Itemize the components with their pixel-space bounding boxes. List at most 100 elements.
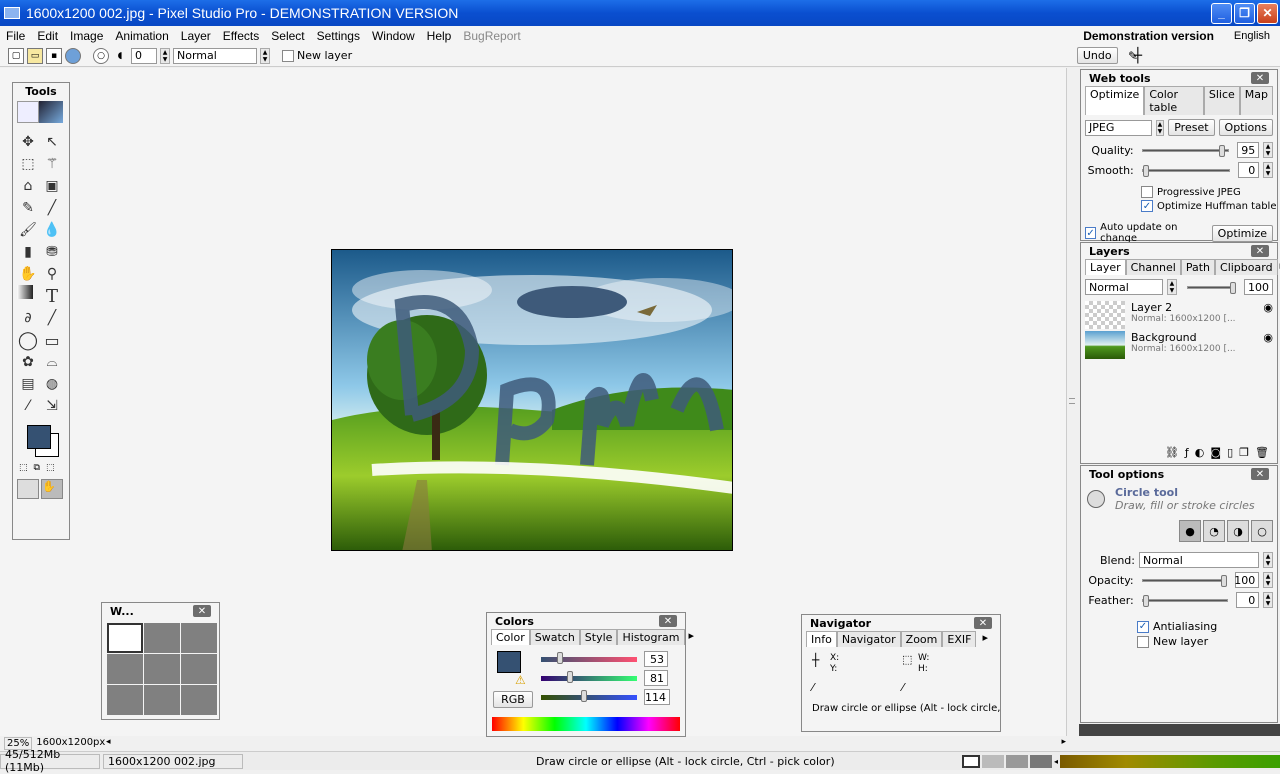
layer-row[interactable]: Background Normal: 1600x1200 [... ◉ <box>1081 329 1277 359</box>
format-spinner[interactable]: ▲▼ <box>1156 120 1165 136</box>
move-tool-icon[interactable]: ✥ <box>17 131 39 153</box>
huffman-checkbox[interactable]: ✓ <box>1141 200 1153 212</box>
red-slider[interactable] <box>541 657 637 662</box>
feather-slider[interactable] <box>1142 599 1228 602</box>
duplicate-layer-icon[interactable]: ❐ <box>1239 446 1249 459</box>
grid-cell[interactable] <box>107 654 143 684</box>
layer-row[interactable]: Layer 2 Normal: 1600x1200 [... ◉ <box>1081 299 1277 329</box>
tab-color[interactable]: Color <box>491 629 530 645</box>
menu-select[interactable]: Select <box>265 29 310 43</box>
layer-opacity-slider[interactable] <box>1187 286 1234 289</box>
grid-cell[interactable] <box>144 685 180 715</box>
layer-blend-select[interactable]: Normal <box>1085 279 1163 295</box>
warp-tool-icon[interactable]: ⌓ <box>41 351 63 373</box>
red-input[interactable]: 53 <box>644 651 668 667</box>
blend-mode-spinner[interactable]: ▲▼ <box>260 48 270 64</box>
navigator-close-icon[interactable]: ✕ <box>974 617 992 629</box>
zoom-tool-icon[interactable]: ⚲ <box>41 263 63 285</box>
green-slider[interactable] <box>541 676 637 681</box>
open-file-icon[interactable]: ▭ <box>27 48 43 64</box>
brush-size-input[interactable]: 0 <box>131 48 157 64</box>
clone-tool-icon[interactable]: ⌂ <box>17 175 39 197</box>
maximize-button[interactable]: ❐ <box>1234 3 1255 24</box>
blue-input[interactable]: 114 <box>644 689 670 705</box>
menu-window[interactable]: Window <box>366 29 421 43</box>
layer-blend-spinner[interactable]: ▲▼ <box>1167 279 1177 295</box>
tab-exif[interactable]: EXIF <box>942 631 976 647</box>
save-icon[interactable]: ▪ <box>46 48 62 64</box>
tab-zoom[interactable]: Zoom <box>901 631 943 647</box>
opacity-thumb[interactable] <box>1221 575 1227 587</box>
eyedropper-tool-icon[interactable]: ⁄ <box>17 395 39 417</box>
stamp-tool-icon[interactable]: ▣ <box>41 175 63 197</box>
line-pen-icon[interactable]: ╱ <box>41 197 63 219</box>
menu-image[interactable]: Image <box>64 29 109 43</box>
feather-thumb[interactable] <box>1143 595 1149 607</box>
grid-cell[interactable] <box>107 623 143 653</box>
color-preview-swatch[interactable] <box>497 651 521 673</box>
layers-close-icon[interactable]: ✕ <box>1251 245 1269 257</box>
copy-mode-icon[interactable]: ⧉ <box>34 463 40 473</box>
quality-spinner[interactable]: ▲▼ <box>1263 142 1273 158</box>
menu-file[interactable]: File <box>0 29 31 43</box>
document-tool-icon[interactable]: ▤ <box>17 373 39 395</box>
quality-input[interactable]: 95 <box>1237 142 1259 158</box>
tool-blend-select[interactable]: Normal <box>1139 552 1259 568</box>
smooth-spinner[interactable]: ▲▼ <box>1263 162 1273 178</box>
view-mode-gray[interactable] <box>982 755 1004 768</box>
tab-swatch[interactable]: Swatch <box>530 629 580 645</box>
tab-clipboard[interactable]: Clipboard <box>1215 259 1278 275</box>
smooth-slider[interactable] <box>1142 169 1230 172</box>
view-mode-darker[interactable] <box>1030 755 1052 768</box>
quality-slider[interactable] <box>1142 149 1230 152</box>
feather-input[interactable]: 0 <box>1236 592 1260 608</box>
tab-info[interactable]: Info <box>806 631 837 647</box>
eyedropper-icon[interactable]: ✎ <box>1128 49 1138 63</box>
blue-slider[interactable] <box>541 695 637 700</box>
vertical-scrollbar[interactable] <box>1066 68 1078 736</box>
new-layer-checkbox[interactable] <box>282 50 294 62</box>
tab-optimize[interactable]: Optimize <box>1085 86 1144 115</box>
opacity-slider[interactable] <box>1142 579 1228 582</box>
adjust-icon[interactable]: ◐ <box>1195 446 1205 459</box>
auto-update-checkbox[interactable]: ✓ <box>1085 227 1096 239</box>
menu-animation[interactable]: Animation <box>109 29 174 43</box>
tab-map[interactable]: Map <box>1240 86 1273 115</box>
replace-tool-icon[interactable]: ⇲ <box>41 395 63 417</box>
new-layer-icon[interactable]: ▯ <box>1227 446 1233 459</box>
blend-mode-select[interactable]: Normal <box>173 48 257 64</box>
fx-icon[interactable]: ƒ <box>1185 446 1189 459</box>
ellipse-tool-icon[interactable]: ◯ <box>17 329 39 351</box>
language-selector[interactable]: English <box>1224 30 1280 42</box>
feather-spinner[interactable]: ▲▼ <box>1263 592 1273 608</box>
grid-mode-icon[interactable]: ⬚ <box>46 463 55 473</box>
minimize-button[interactable]: _ <box>1211 3 1232 24</box>
brush-tool-icon[interactable]: 🖌 <box>17 219 39 241</box>
lasso-tool-icon[interactable]: ∂ <box>17 307 39 329</box>
brush-hardness-icon[interactable]: ◖ <box>112 48 128 64</box>
brush-size-spinner[interactable]: ▲▼ <box>160 48 170 64</box>
tab-path[interactable]: Path <box>1181 259 1215 275</box>
scroll-left-icon[interactable]: ◂ <box>1054 757 1058 766</box>
menu-settings[interactable]: Settings <box>311 29 366 43</box>
format-select[interactable]: JPEG <box>1085 120 1152 136</box>
web-tools-close-icon[interactable]: ✕ <box>1251 72 1269 84</box>
visibility-eye-icon[interactable]: ◉ <box>1263 331 1273 357</box>
tab-channel[interactable]: Channel <box>1126 259 1181 275</box>
selection-mode-icon[interactable]: ⬚ <box>19 463 28 473</box>
tool-blend-spinner[interactable]: ▲▼ <box>1263 552 1273 568</box>
spray-tool-icon[interactable]: ▮ <box>17 241 39 263</box>
new-file-icon[interactable]: ▢ <box>8 48 24 64</box>
workspace-panel-close-icon[interactable]: ✕ <box>193 605 211 617</box>
tool-options-close-icon[interactable]: ✕ <box>1251 468 1269 480</box>
globe-tool-icon[interactable]: ◍ <box>41 373 63 395</box>
pointer-tool-icon[interactable]: ↖ <box>41 131 63 153</box>
opacity-spinner[interactable]: ▲▼ <box>1263 572 1273 588</box>
drop-tool-icon[interactable]: 💧 <box>41 219 63 241</box>
tab-layer[interactable]: Layer <box>1085 259 1126 275</box>
fill-stroke-mode-icon[interactable]: ◑ <box>1227 520 1249 542</box>
brush-shape-icon[interactable]: ○ <box>93 48 109 64</box>
opacity-input[interactable]: 100 <box>1235 572 1259 588</box>
optimize-button[interactable]: Optimize <box>1212 225 1273 242</box>
menu-layer[interactable]: Layer <box>175 29 217 43</box>
